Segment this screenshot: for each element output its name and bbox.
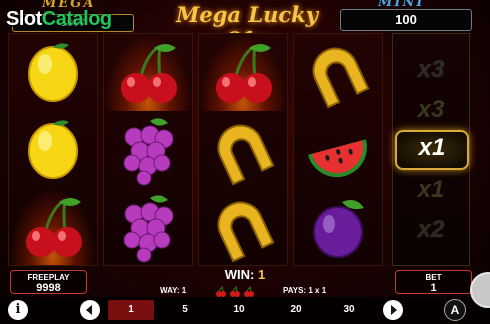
arrow-right-icon: [391, 305, 397, 315]
info-button[interactable]: i: [8, 300, 28, 320]
win-display: WIN: 1: [190, 267, 300, 282]
symbol-cherry-icon: [9, 188, 97, 265]
mini-jackpot-value: 100: [340, 9, 472, 31]
ways-option-1[interactable]: 1: [108, 300, 154, 320]
reel-4: [293, 33, 383, 266]
multiplier-4: x1: [417, 176, 445, 203]
reel-3: [198, 33, 288, 266]
ways-option-10[interactable]: 10: [224, 300, 254, 320]
multiplier-active: x1: [395, 130, 469, 170]
game-stage: MEGA 1007 SlotCatalog Mega Lucky 81x MIN…: [0, 0, 490, 323]
multiplier-1: x3: [417, 56, 445, 83]
symbol-watermelon-icon: [294, 111, 382, 188]
autoplay-button[interactable]: A: [444, 299, 466, 321]
slotcatalog-watermark: SlotCatalog: [6, 8, 112, 31]
freeplay-value: 9998: [36, 282, 61, 294]
multiplier-column: x3 x3 x1 x1 x2: [392, 33, 470, 266]
bet-value: 1: [430, 282, 437, 294]
symbol-grapes-icon: [104, 188, 192, 265]
ways-next-button[interactable]: [383, 300, 403, 320]
info-icon: i: [15, 302, 21, 317]
ways-option-5[interactable]: 5: [170, 300, 200, 320]
way-label: WAY: 1: [160, 286, 187, 295]
win-value: 1: [258, 267, 266, 282]
bet-label: BET: [425, 273, 442, 282]
mini-jackpot: MINI 100: [340, 0, 472, 31]
symbol-lemon-icon: [9, 34, 97, 111]
multiplier-5: x2: [417, 216, 445, 243]
reel-2: [103, 33, 193, 266]
symbol-horseshoe-icon: [199, 111, 287, 188]
watermark-slot: Slot: [6, 8, 42, 30]
multiplier-2: x3: [417, 96, 445, 123]
pays-label: PAYS: 1 x 1: [283, 286, 327, 295]
freeplay-panel: FREEPLAY 9998: [10, 270, 87, 294]
autoplay-icon: A: [450, 303, 460, 317]
symbol-cherry-icon: [199, 34, 287, 111]
freeplay-label: FREEPLAY: [27, 273, 70, 282]
ways-option-30[interactable]: 30: [334, 300, 364, 320]
win-label: WIN:: [224, 267, 255, 282]
symbol-plum-icon: [294, 188, 382, 265]
arrow-left-icon: [86, 305, 92, 315]
symbol-horseshoe-icon: [294, 34, 382, 111]
bottom-control-bar: i 1 5 10 20 30 A: [0, 297, 490, 323]
watermark-catalog: Catalog: [41, 8, 112, 30]
symbol-grapes-icon: [104, 111, 192, 188]
symbol-lemon-icon: [9, 111, 97, 188]
ways-option-20[interactable]: 20: [281, 300, 311, 320]
game-logo-title: Mega Lucky 81x: [176, 2, 318, 52]
symbol-cherry-icon: [104, 34, 192, 111]
symbol-horseshoe-icon: [199, 188, 287, 265]
ways-prev-button[interactable]: [80, 300, 100, 320]
bet-panel[interactable]: BET 1: [395, 270, 472, 294]
reels-grid: [8, 33, 383, 266]
reel-1: [8, 33, 98, 266]
